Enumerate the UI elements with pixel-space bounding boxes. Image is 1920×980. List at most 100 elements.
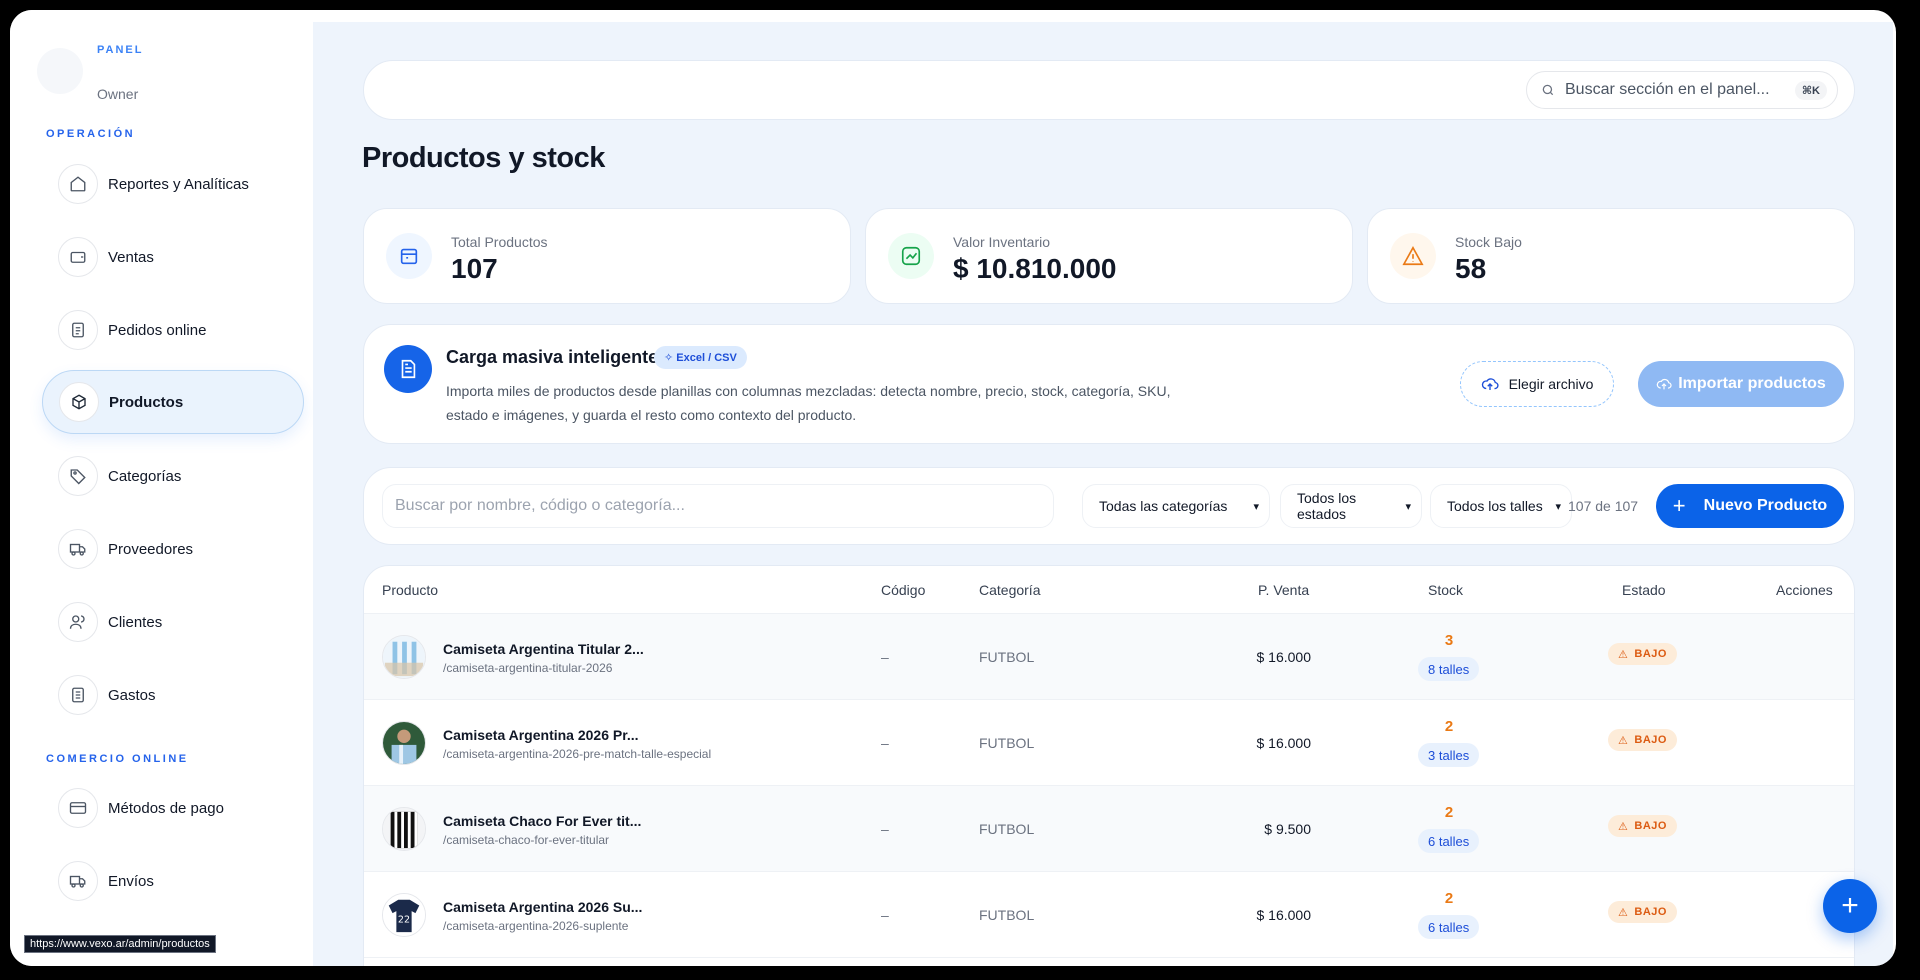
col-header-price[interactable]: P. Venta: [1258, 582, 1309, 598]
cloud-upload-icon: [1481, 378, 1499, 390]
brand-label: PANEL: [97, 44, 144, 56]
sidebar-item-pedidos[interactable]: Pedidos online: [42, 298, 304, 362]
table-row[interactable]: Camiseta Argentina 2026 Pr... /camiseta-…: [364, 700, 1854, 786]
col-header-category[interactable]: Categoría: [979, 582, 1040, 598]
product-thumbnail: [382, 721, 426, 765]
stock-quantity: 2: [1444, 718, 1454, 735]
truck-icon: [58, 529, 98, 569]
col-header-code[interactable]: Código: [881, 582, 925, 598]
product-name[interactable]: Camiseta Argentina Titular 2...: [443, 641, 644, 657]
product-name[interactable]: Camiseta Argentina 2026 Su...: [443, 899, 642, 915]
product-name[interactable]: Camiseta Argentina 2026 Pr...: [443, 727, 639, 743]
sidebar-item-reportes[interactable]: Reportes y Analíticas: [42, 152, 304, 216]
product-name[interactable]: Camiseta Chaco For Ever tit...: [443, 813, 641, 829]
sidebar-item-metodos-pago[interactable]: Métodos de pago: [42, 776, 304, 840]
product-thumbnail: [382, 807, 426, 851]
chevron-down-icon: ▾: [1253, 500, 1259, 513]
col-header-product[interactable]: Producto: [382, 582, 438, 598]
sidebar-item-clientes[interactable]: Clientes: [42, 590, 304, 654]
warning-icon: [1390, 233, 1436, 279]
product-code: –: [881, 907, 889, 923]
table-row[interactable]: Camiseta Argentina Titular 2... /camiset…: [364, 614, 1854, 700]
category-select[interactable]: Todas las categorías ▾: [1082, 484, 1270, 528]
product-price: $ 9.500: [1264, 821, 1311, 837]
sidebar-item-label: Proveedores: [108, 540, 194, 558]
stat-label: Total Productos: [451, 234, 548, 250]
sidebar-item-ventas[interactable]: Ventas: [42, 225, 304, 289]
tag-icon: [58, 456, 98, 496]
table-row[interactable]: Camiseta Chaco For Ever tit... /camiseta…: [364, 786, 1854, 872]
table-row[interactable]: 22 Camiseta Argentina 2026 Su... /camise…: [364, 872, 1854, 958]
sizes-badge[interactable]: 6 talles: [1418, 915, 1480, 939]
product-price: $ 16.000: [1256, 649, 1312, 665]
credit-card-icon: [58, 788, 98, 828]
top-bar: Buscar sección en el panel... ⌘K: [363, 60, 1855, 120]
size-select[interactable]: Todos los talles ▾: [1430, 484, 1572, 528]
bulk-description: Importa miles de productos desde planill…: [446, 383, 1171, 423]
products-table: Producto Código Categoría P. Venta Stock…: [363, 565, 1855, 966]
status-select[interactable]: Todos los estados ▾: [1280, 484, 1422, 528]
stat-label: Valor Inventario: [953, 234, 1051, 250]
product-slug: /camiseta-argentina-2026-pre-match-talle…: [443, 747, 712, 761]
cloud-upload-icon: [1656, 378, 1672, 390]
stat-label: Stock Bajo: [1455, 234, 1522, 250]
import-products-button[interactable]: Importar productos: [1638, 361, 1844, 407]
truck-icon: [58, 861, 98, 901]
plus-icon: +: [1841, 889, 1859, 922]
wallet-icon: [58, 237, 98, 277]
plus-icon: +: [1672, 493, 1686, 518]
floating-add-button[interactable]: +: [1823, 879, 1877, 933]
sizes-badge[interactable]: 6 talles: [1418, 829, 1480, 853]
new-product-button[interactable]: + Nuevo Producto: [1656, 484, 1844, 528]
sidebar-item-productos[interactable]: Productos: [42, 370, 304, 434]
sizes-badge[interactable]: 3 talles: [1418, 743, 1480, 767]
shortcut-badge: ⌘K: [1794, 80, 1827, 100]
sidebar-item-gastos[interactable]: Gastos: [42, 663, 304, 727]
panel-search[interactable]: Buscar sección en el panel... ⌘K: [1526, 71, 1838, 109]
new-product-label: Nuevo Producto: [1703, 497, 1828, 514]
product-price: $ 16.000: [1256, 735, 1312, 751]
sizes-badge[interactable]: 8 talles: [1418, 657, 1480, 681]
panel-search-placeholder: Buscar sección en el panel...: [1565, 81, 1770, 98]
status-badge-label: BAJO: [1634, 648, 1667, 660]
choose-file-label: Elegir archivo: [1508, 376, 1594, 392]
link-status-url: https://www.vexo.ar/admin/productos: [24, 935, 216, 953]
sidebar-item-label: Reportes y Analíticas: [108, 175, 249, 193]
choose-file-button[interactable]: Elegir archivo: [1460, 361, 1614, 407]
bulk-title: Carga masiva inteligente: [446, 347, 659, 367]
avatar[interactable]: [37, 48, 83, 94]
svg-text:22: 22: [398, 915, 410, 926]
product-slug: /camiseta-argentina-2026-suplente: [443, 919, 629, 933]
status-badge-label: BAJO: [1634, 820, 1667, 832]
document-icon: [58, 310, 98, 350]
filters-bar: Buscar por nombre, código o categoría...…: [363, 467, 1855, 545]
product-category: FUTBOL: [979, 821, 1035, 837]
receipt-icon: [58, 675, 98, 715]
page-title: Productos y stock: [362, 142, 605, 174]
stat-value: 107: [451, 253, 498, 284]
product-code: –: [881, 649, 889, 665]
size-select-value: Todos los talles: [1447, 498, 1543, 514]
sidebar-item-envios[interactable]: Envíos: [42, 849, 304, 913]
product-price: $ 16.000: [1256, 907, 1312, 923]
file-icon: [384, 345, 432, 393]
sidebar-item-proveedores[interactable]: Proveedores: [42, 517, 304, 581]
warning-icon: ⚠: [1618, 734, 1629, 747]
col-header-stock[interactable]: Stock: [1428, 582, 1463, 598]
sparkle-icon: ✧: [664, 352, 677, 364]
sidebar-item-categorias[interactable]: Categorías: [42, 444, 304, 508]
box-icon: [59, 382, 99, 422]
chevron-down-icon: ▾: [1405, 500, 1411, 513]
stock-quantity: 2: [1444, 890, 1454, 907]
stock-quantity: 2: [1444, 804, 1454, 821]
section-comercio-online: COMERCIO ONLINE: [46, 753, 189, 765]
status-badge-label: BAJO: [1634, 734, 1667, 746]
col-header-status[interactable]: Estado: [1622, 582, 1666, 598]
table-header: Producto Código Categoría P. Venta Stock…: [364, 566, 1854, 614]
bulk-upload-card: Carga masiva inteligente ✧ Excel / CSV I…: [363, 324, 1855, 444]
format-badge: ✧ Excel / CSV: [654, 346, 747, 369]
import-products-label: Importar productos: [1678, 375, 1826, 392]
main-content: Buscar sección en el panel... ⌘K Product…: [313, 22, 1893, 966]
product-search-input[interactable]: Buscar por nombre, código o categoría...: [382, 484, 1054, 528]
sidebar-item-label: Clientes: [108, 613, 163, 631]
